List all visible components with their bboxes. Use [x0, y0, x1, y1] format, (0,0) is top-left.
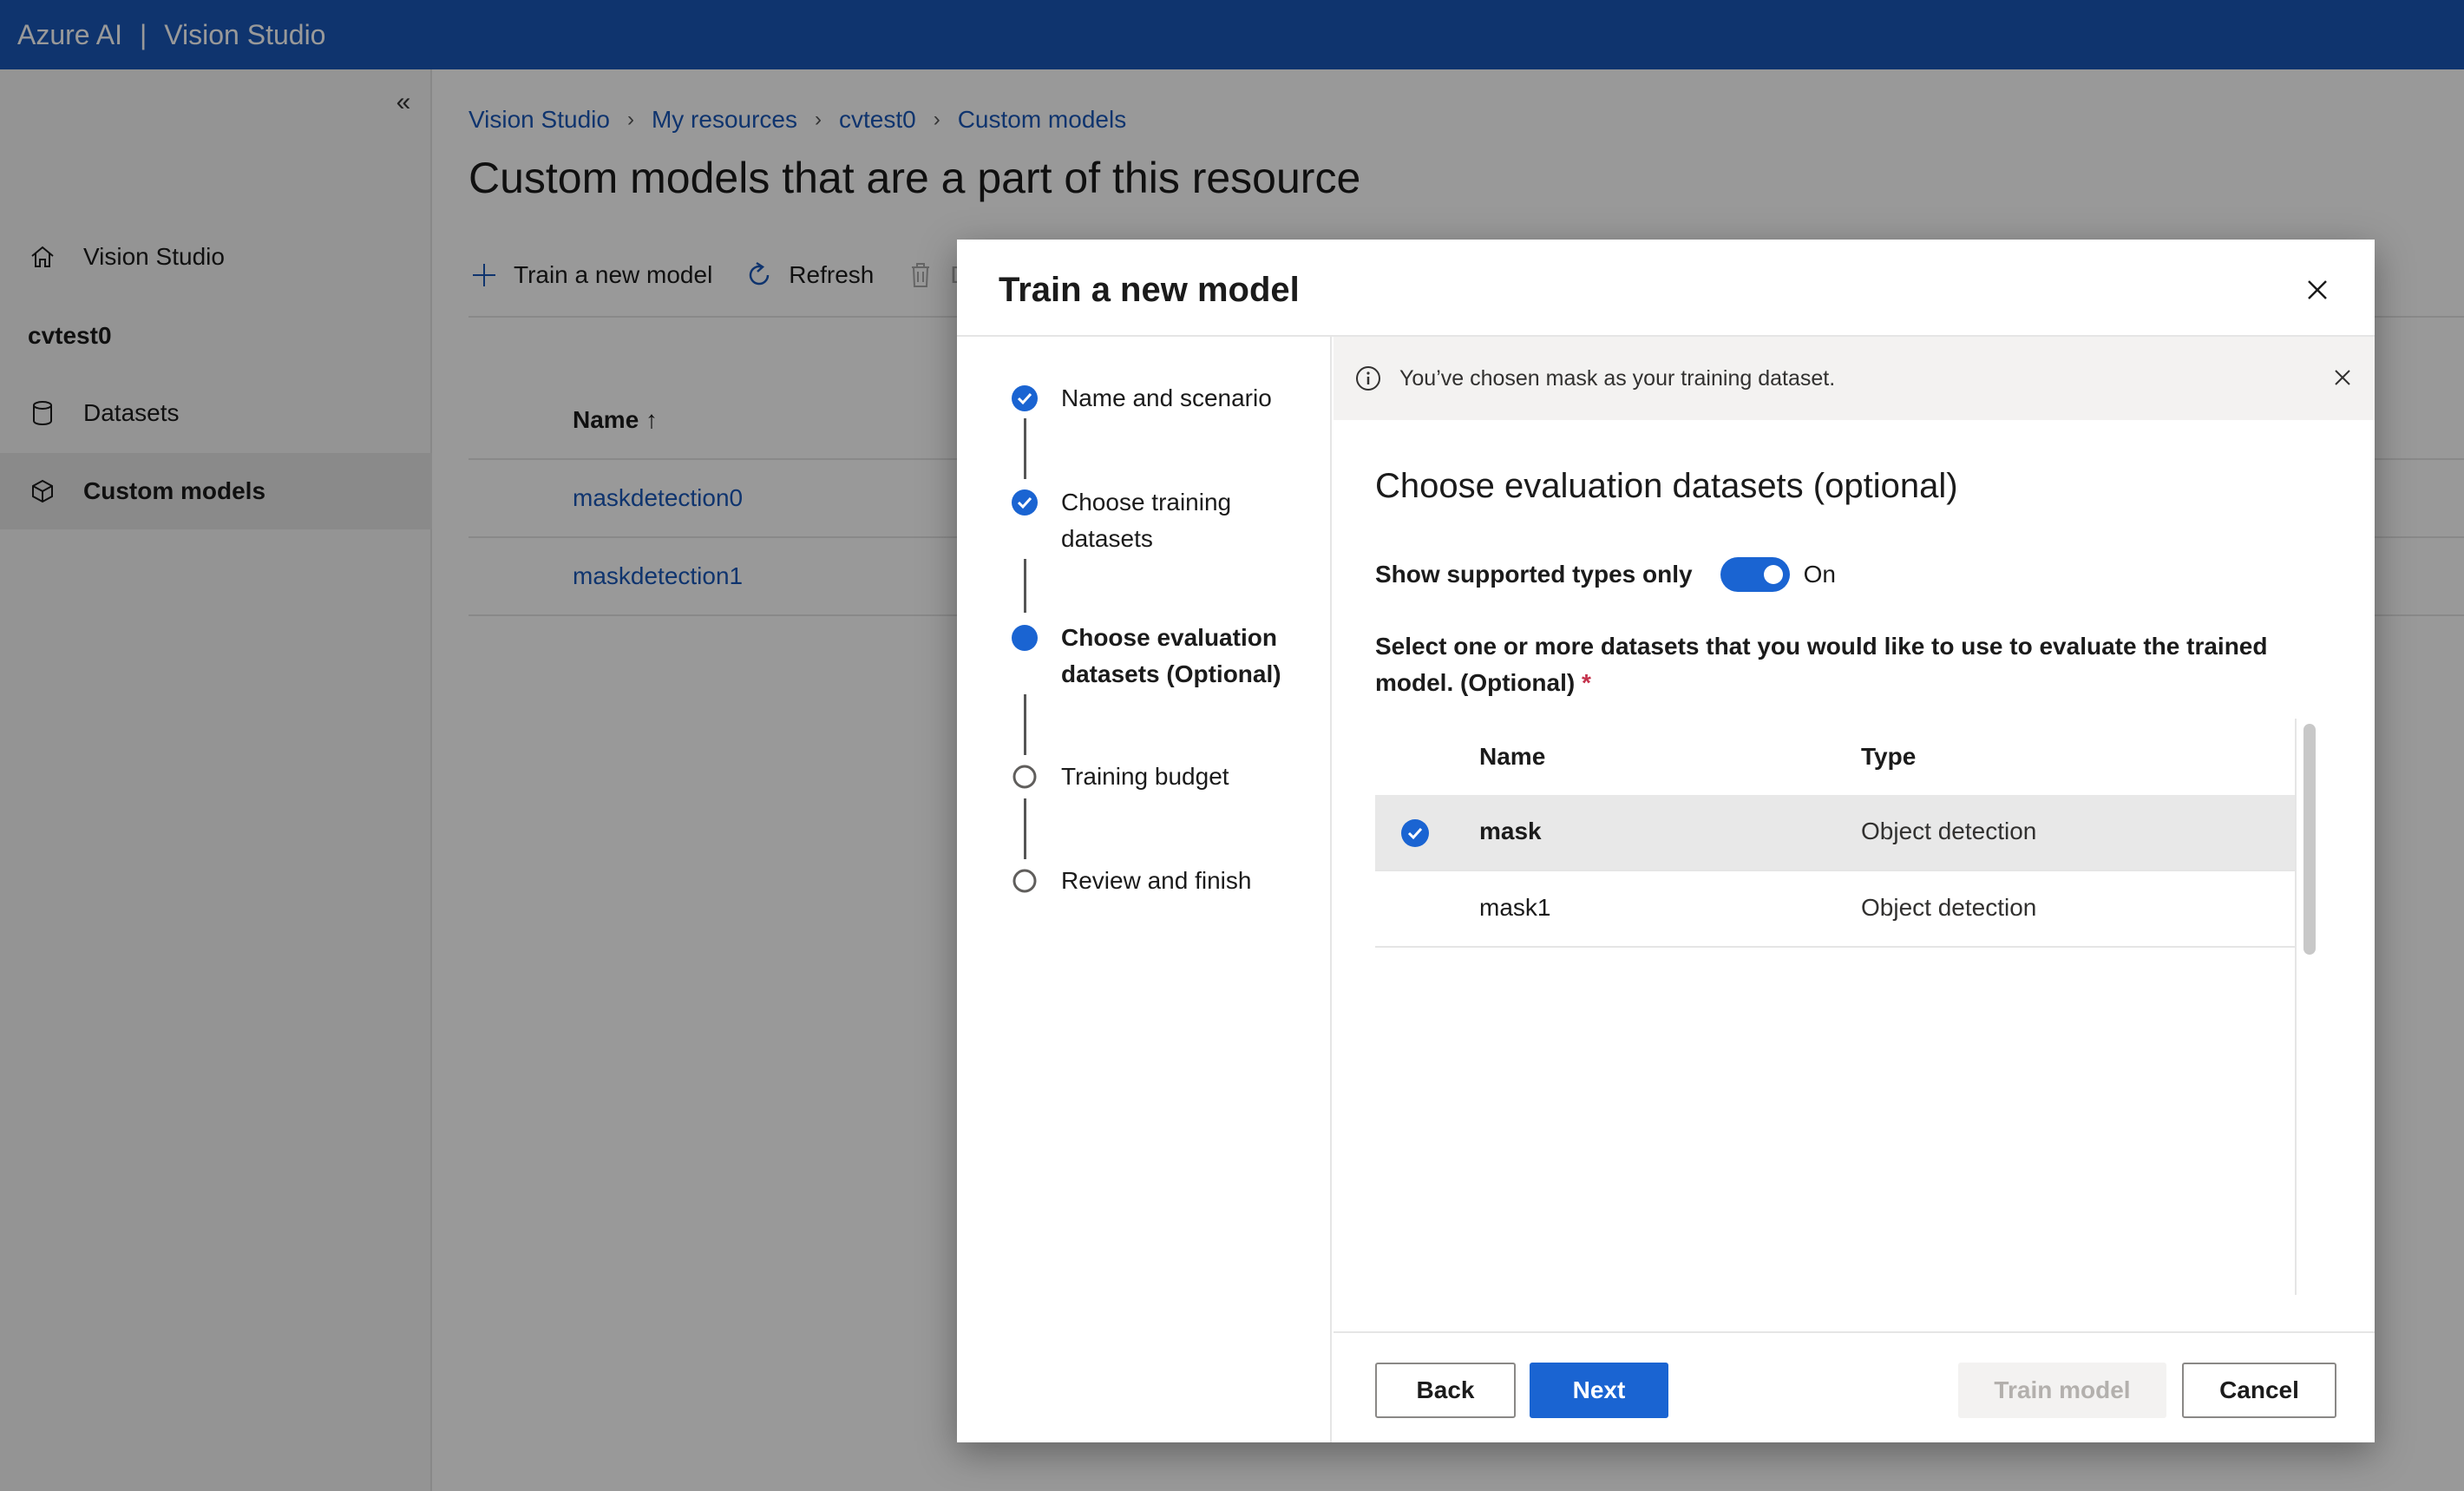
section-title: Choose evaluation datasets (optional): [1375, 467, 1958, 505]
step-connector: [1024, 559, 1026, 613]
dialog-title: Train a new model: [999, 271, 1300, 309]
table-row[interactable]: mask1 Object detection: [1375, 871, 2295, 948]
info-icon: [1356, 366, 1380, 391]
dialog-footer: Back Next Train model Cancel: [1334, 1331, 2375, 1442]
cancel-button[interactable]: Cancel: [2182, 1363, 2336, 1418]
dataset-name: mask: [1479, 818, 1542, 844]
toggle-label: Show supported types only: [1375, 561, 1693, 588]
step-label: Choose evaluation datasets (Optional): [1061, 624, 1281, 687]
datasets-table-header: Name Type: [1375, 719, 2295, 795]
step-connector: [1024, 418, 1026, 479]
back-button[interactable]: Back: [1375, 1363, 1516, 1418]
next-button[interactable]: Next: [1530, 1363, 1668, 1418]
step-label: Choose training datasets: [1061, 489, 1232, 552]
dataset-name: mask1: [1479, 894, 1551, 921]
step-complete-icon: [1012, 489, 1038, 516]
instruction-text: Select one or more datasets that you wou…: [1375, 633, 2268, 696]
supported-types-toggle-row: Show supported types only On: [1375, 548, 1836, 601]
info-banner: You’ve chosen mask as your training data…: [1334, 337, 2375, 420]
datasets-table: Name Type mask Object detection mask1 Ob…: [1375, 719, 2326, 1295]
train-model-dialog: Train a new model Name and scenario Choo…: [957, 240, 2375, 1442]
scrollbar[interactable]: [2295, 719, 2319, 1295]
dismiss-banner-icon[interactable]: [2328, 363, 2357, 392]
column-header-name[interactable]: Name: [1479, 743, 1545, 771]
step-current-icon: [1012, 625, 1038, 651]
step-complete-icon: [1012, 385, 1038, 411]
supported-types-toggle[interactable]: [1720, 557, 1790, 592]
step-pending-icon: [1012, 765, 1037, 789]
toggle-knob: [1763, 565, 1783, 584]
dataset-type: Object detection: [1861, 818, 2037, 844]
step-pending-icon: [1012, 869, 1037, 893]
dataset-type: Object detection: [1861, 894, 2037, 921]
step-label: Training budget: [1061, 763, 1229, 790]
column-header-type[interactable]: Type: [1861, 743, 1916, 771]
step-label: Name and scenario: [1061, 384, 1272, 411]
train-model-button[interactable]: Train model: [1958, 1363, 2166, 1418]
wizard-steps: Name and scenario Choose training datase…: [957, 337, 1332, 1442]
scrollbar-thumb[interactable]: [2303, 724, 2316, 955]
close-icon[interactable]: [2300, 273, 2335, 307]
row-checkbox-checked[interactable]: [1399, 818, 1431, 849]
toggle-state-text: On: [1803, 561, 1836, 588]
step-connector: [1024, 694, 1026, 755]
dialog-content: You’ve chosen mask as your training data…: [1334, 337, 2375, 1442]
banner-message: You’ve chosen mask as your training data…: [1399, 365, 1836, 391]
step-label: Review and finish: [1061, 867, 1252, 894]
table-row[interactable]: mask Object detection: [1375, 795, 2295, 871]
dialog-header: Train a new model: [957, 240, 2375, 337]
step-connector: [1024, 798, 1026, 859]
required-mark: *: [1582, 669, 1591, 696]
